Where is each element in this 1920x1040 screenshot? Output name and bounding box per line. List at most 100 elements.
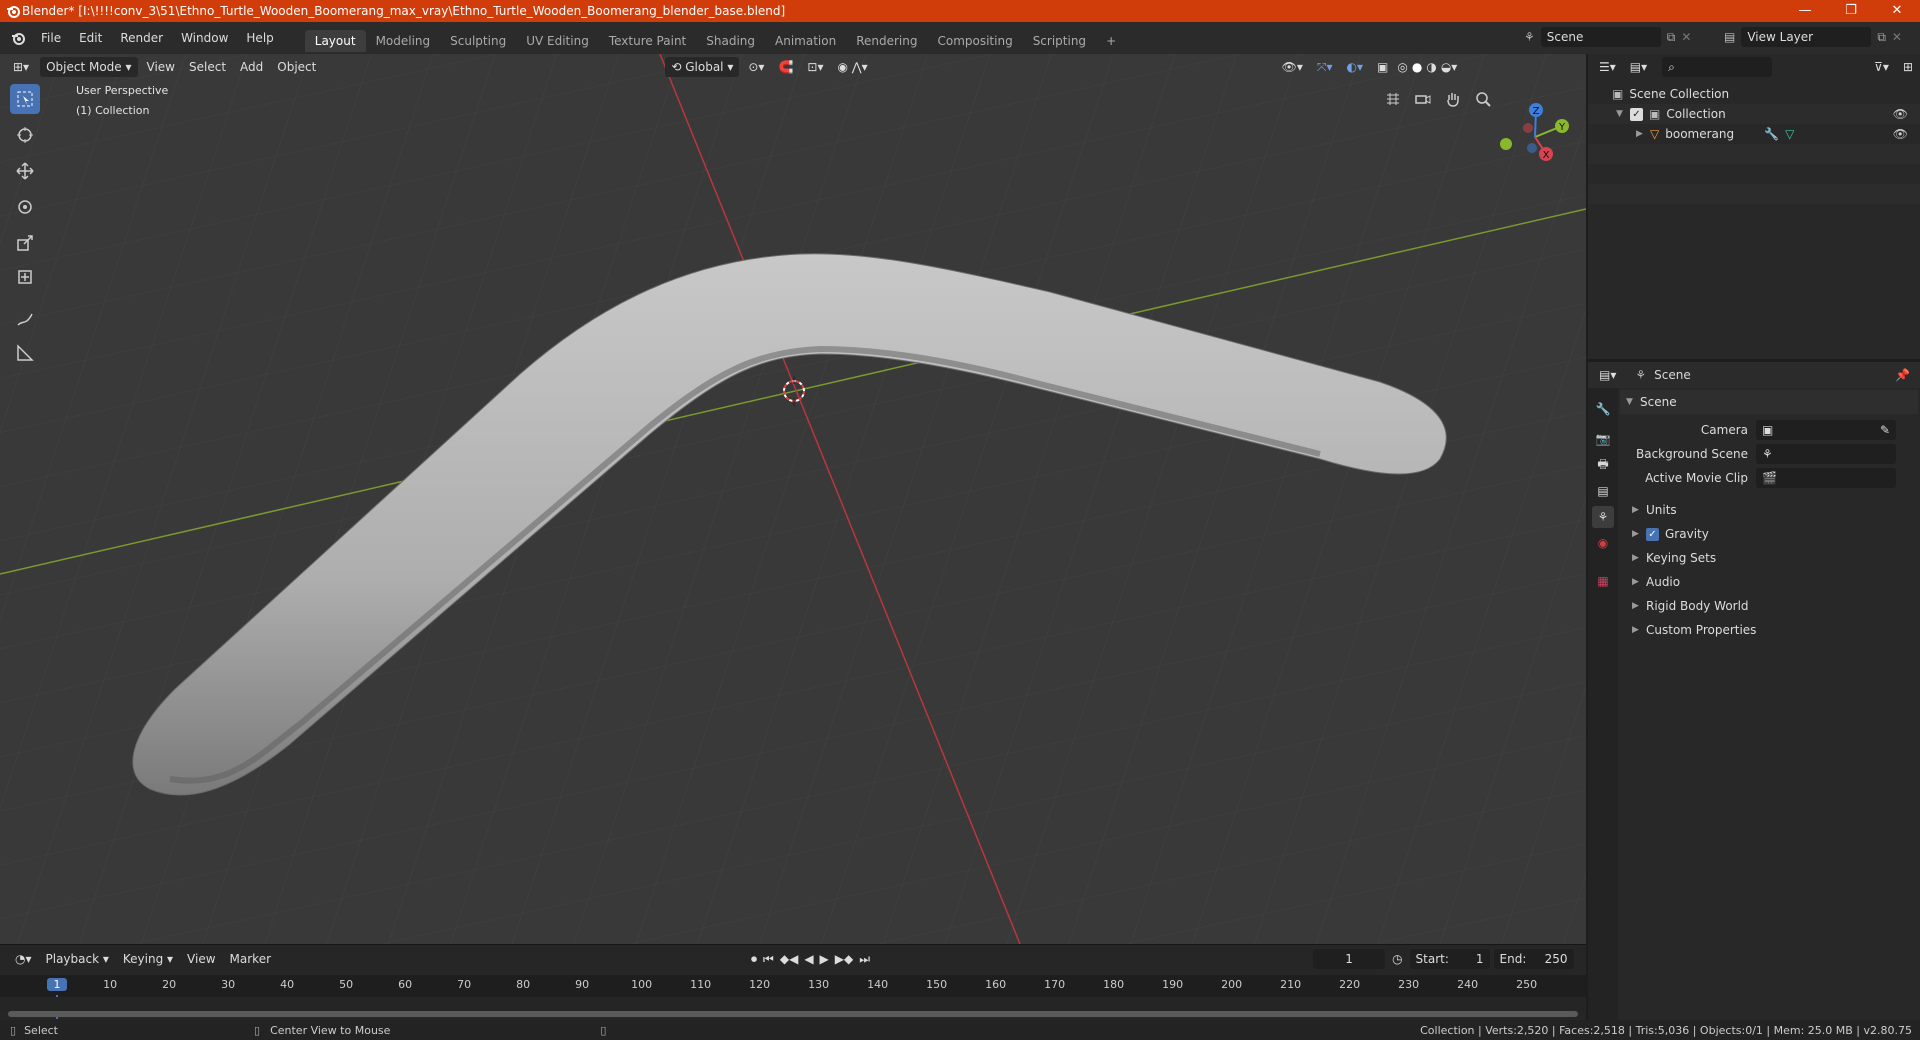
tree-item-collection[interactable]: ▼ ✓ ▣ Collection 👁	[1588, 104, 1920, 124]
editor-type-icon[interactable]: ⊞▾	[6, 56, 36, 78]
jump-end-button[interactable]: ⏭	[856, 948, 873, 970]
tab-sculpting[interactable]: Sculpting	[440, 30, 516, 52]
movie-clip-field[interactable]: 🎬	[1756, 468, 1896, 488]
pivot-point-icon[interactable]: ⊙▾	[741, 56, 771, 78]
rigid-body-world-panel-header[interactable]: ▶ Rigid Body World	[1620, 594, 1918, 618]
render-tab-icon[interactable]: 📷	[1592, 428, 1614, 450]
xray-icon[interactable]: ▣	[1370, 56, 1395, 78]
outliner-search-input[interactable]: ⌕	[1662, 57, 1773, 77]
tab-modeling[interactable]: Modeling	[366, 30, 441, 52]
world-tab-icon[interactable]: ◉	[1592, 532, 1614, 554]
texture-tab-icon[interactable]: ▦	[1592, 570, 1614, 592]
tree-item-scene-collection[interactable]: ▣ Scene Collection	[1588, 84, 1920, 104]
tree-item-boomerang[interactable]: ▶ ▽ boomerang 🔧 ▽ 👁	[1588, 124, 1920, 144]
measure-tool[interactable]	[10, 338, 40, 368]
scene-panel-header[interactable]: ▼ Scene	[1620, 390, 1918, 414]
expand-arrow-icon[interactable]: ▶	[1636, 129, 1650, 139]
scale-tool[interactable]	[10, 228, 40, 258]
next-keyframe-button[interactable]: ▶◆	[832, 948, 856, 970]
timeline-editor-type-icon[interactable]: ◔▾	[8, 948, 39, 970]
menu-object[interactable]: Object	[270, 56, 323, 78]
units-panel-header[interactable]: ▶ Units	[1620, 498, 1918, 522]
camera-view-icon[interactable]	[1410, 86, 1436, 112]
gravity-panel-header[interactable]: ▶ ✓ Gravity	[1620, 522, 1918, 546]
exclude-checkbox[interactable]: ✓	[1630, 107, 1643, 121]
menu-help[interactable]: Help	[237, 22, 282, 54]
delete-scene-icon[interactable]: ✕	[1681, 30, 1691, 44]
solid-shading-icon[interactable]: ●	[1410, 56, 1424, 78]
current-frame-indicator[interactable]: 1	[47, 978, 67, 991]
menu-window[interactable]: Window	[172, 22, 237, 54]
timeline-track-area[interactable]	[0, 997, 1586, 1011]
gravity-checkbox[interactable]: ✓	[1646, 527, 1659, 541]
material-shading-icon[interactable]: ◑	[1424, 56, 1438, 78]
keying-sets-panel-header[interactable]: ▶ Keying Sets	[1620, 546, 1918, 570]
snap-icon[interactable]: 🧲	[771, 56, 800, 78]
tab-compositing[interactable]: Compositing	[927, 30, 1022, 52]
menu-select[interactable]: Select	[182, 56, 233, 78]
display-mode-icon[interactable]: ▤▾	[1623, 56, 1654, 78]
end-frame-field[interactable]: End: 250	[1493, 949, 1574, 969]
timeline-scrollbar[interactable]	[8, 1011, 1578, 1017]
overlay-toggle-icon[interactable]: ◐▾	[1340, 56, 1371, 78]
tab-layout[interactable]: Layout	[304, 30, 366, 52]
visibility-eye-icon[interactable]: 👁	[1893, 107, 1908, 121]
timeline-menu-view[interactable]: View	[180, 948, 222, 970]
prev-keyframe-button[interactable]: ◆◀	[777, 948, 801, 970]
blender-menu-icon[interactable]	[10, 30, 26, 46]
gizmo-toggle-icon[interactable]: ⤧▾	[1310, 56, 1340, 78]
menu-file[interactable]: File	[32, 22, 70, 54]
properties-editor-type-icon[interactable]: ▤▾	[1592, 364, 1623, 386]
menu-add[interactable]: Add	[233, 56, 270, 78]
camera-field[interactable]: ▣ ✎	[1756, 420, 1896, 440]
minimize-button[interactable]: —	[1782, 0, 1828, 22]
tab-shading[interactable]: Shading	[696, 30, 765, 52]
view-layer-selector[interactable]: ▤ View Layer ⧉ ✕	[1724, 27, 1902, 47]
new-collection-icon[interactable]: ⊞	[1896, 56, 1920, 78]
move-tool[interactable]	[10, 156, 40, 186]
object-mode-dropdown[interactable]: Object Mode ▾	[40, 57, 138, 77]
tab-texture-paint[interactable]: Texture Paint	[599, 30, 696, 52]
outliner-editor-type-icon[interactable]: ☰▾	[1592, 56, 1623, 78]
play-button[interactable]: ▶	[817, 948, 832, 970]
tab-scripting[interactable]: Scripting	[1023, 30, 1096, 52]
snap-target-icon[interactable]: ⊡▾	[800, 56, 830, 78]
viewport-canvas[interactable]	[0, 54, 1586, 944]
proportional-edit-icon[interactable]: ◉ ⋀▾	[830, 56, 874, 78]
record-button[interactable]: ⏺	[748, 948, 760, 970]
view-layer-tab-icon[interactable]: ▤	[1592, 480, 1614, 502]
delete-view-layer-icon[interactable]: ✕	[1892, 30, 1902, 44]
transform-tool[interactable]	[10, 262, 40, 292]
transform-orientation-dropdown[interactable]: ⟲ Global ▾	[665, 57, 740, 77]
timeline-menu-playback[interactable]: Playback ▾	[39, 948, 116, 970]
navigation-gizmo[interactable]: Y Z X	[1490, 92, 1580, 182]
menu-view[interactable]: View	[140, 56, 182, 78]
visibility-icon[interactable]: 👁▾	[1275, 56, 1310, 78]
pan-view-icon[interactable]	[1440, 86, 1466, 112]
select-box-tool[interactable]	[10, 84, 40, 114]
maximize-button[interactable]: ❐	[1828, 0, 1874, 22]
current-frame-field[interactable]: 1	[1313, 949, 1386, 969]
jump-start-button[interactable]: ⏮	[760, 948, 777, 970]
background-scene-field[interactable]: ⚘	[1756, 444, 1896, 464]
annotate-tool[interactable]	[10, 304, 40, 334]
audio-panel-header[interactable]: ▶ Audio	[1620, 570, 1918, 594]
frame-ruler[interactable]: 1 10 20 30 40 50 60 70 80 90 100 110 120 130 140 150 160…	[0, 975, 1586, 1019]
tab-rendering[interactable]: Rendering	[846, 30, 927, 52]
add-workspace-button[interactable]: +	[1096, 30, 1126, 52]
new-scene-icon[interactable]: ⧉	[1667, 30, 1676, 45]
modifier-wrench-icon[interactable]: 🔧	[1764, 127, 1779, 141]
menu-edit[interactable]: Edit	[70, 22, 111, 54]
rotate-tool[interactable]	[10, 192, 40, 222]
3d-viewport[interactable]: ⊞▾ Object Mode ▾ View Select Add Object …	[0, 54, 1586, 944]
mesh-data-icon[interactable]: ▽	[1785, 127, 1794, 141]
output-tab-icon[interactable]: 🖶	[1592, 454, 1614, 476]
tab-animation[interactable]: Animation	[765, 30, 846, 52]
menu-render[interactable]: Render	[111, 22, 172, 54]
visibility-eye-icon[interactable]: 👁	[1893, 127, 1908, 141]
tab-uv-editing[interactable]: UV Editing	[516, 30, 599, 52]
scene-field[interactable]: Scene	[1540, 27, 1661, 47]
filter-icon[interactable]: ⊽▾	[1867, 56, 1896, 78]
scene-tab-icon[interactable]: ⚘	[1592, 506, 1614, 528]
wireframe-shading-icon[interactable]: ◎	[1395, 56, 1409, 78]
